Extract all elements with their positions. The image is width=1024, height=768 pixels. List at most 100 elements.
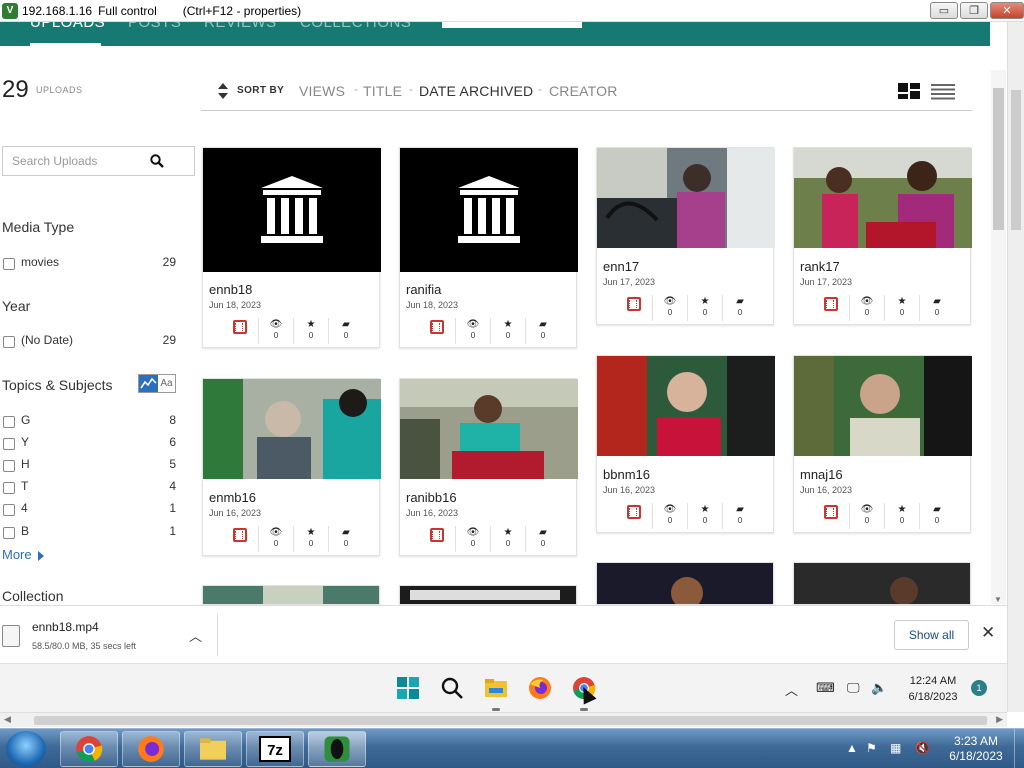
facet-row-no-date[interactable]: (No Date) 29	[2, 333, 176, 349]
tab-posts[interactable]: POSTS	[128, 22, 181, 31]
facet-row-topic[interactable]: B 1	[2, 524, 176, 540]
scrollbar-thumb[interactable]	[993, 88, 1004, 230]
taskbar-explorer[interactable]	[184, 731, 242, 767]
facet-row-topic[interactable]: T 4	[2, 479, 176, 495]
item-thumbnail[interactable]	[597, 148, 775, 248]
search-icon[interactable]	[150, 154, 164, 168]
firefox-icon[interactable]	[528, 676, 552, 700]
viewer-scrollbar-thumb[interactable]	[1011, 90, 1021, 230]
facet-checkbox[interactable]	[3, 416, 15, 428]
nav-search-field[interactable]	[442, 22, 582, 28]
search-icon[interactable]	[440, 676, 464, 700]
item-tile[interactable]: mnaj16 Jun 16, 2023 👁 0 ★ 0 ▰ 0	[793, 355, 972, 533]
restore-button[interactable]: ❐	[960, 2, 988, 19]
horizontal-scroll-thumb[interactable]	[34, 716, 987, 725]
chevron-up-icon[interactable]: ︿	[189, 626, 202, 645]
item-thumbnail[interactable]	[203, 379, 381, 479]
viewer-horizontal-scrollbar[interactable]: ◀ ▶	[0, 712, 1007, 727]
more-topics-link[interactable]: More	[2, 547, 44, 562]
text-toggle-icon[interactable]: Aa	[158, 375, 175, 392]
item-tile-partial[interactable]	[596, 562, 774, 605]
scroll-down-arrow-icon[interactable]: ▼	[994, 595, 1002, 604]
start-icon[interactable]	[396, 676, 420, 700]
item-title[interactable]: rank17	[800, 259, 840, 274]
notification-badge[interactable]: 1	[971, 680, 987, 696]
download-filename[interactable]: ennb18.mp4	[32, 620, 99, 634]
item-title[interactable]: enmb16	[209, 490, 256, 505]
facet-row-movies[interactable]: movies 29	[2, 255, 176, 271]
list-view-icon[interactable]	[931, 84, 955, 100]
taskbar-chrome[interactable]	[60, 731, 118, 767]
item-tile[interactable]: ennb18 Jun 18, 2023 👁 0 ★ 0 ▰ 0	[202, 147, 381, 348]
show-desktop-button[interactable]	[1014, 729, 1024, 768]
tab-reviews[interactable]: REVIEWS	[204, 22, 277, 31]
facet-row-topic[interactable]: Y 6	[2, 435, 176, 451]
item-title[interactable]: ranibb16	[406, 490, 457, 505]
topics-view-toggle[interactable]: Aa	[138, 374, 176, 393]
item-title[interactable]: enn17	[603, 259, 639, 274]
sort-option-creator[interactable]: CREATOR	[549, 83, 618, 99]
close-icon[interactable]: ✕	[981, 623, 995, 643]
item-thumbnail[interactable]	[203, 148, 381, 272]
network-icon[interactable]: ▦	[890, 741, 901, 755]
minimize-button[interactable]: ▭	[930, 2, 958, 19]
item-tile-partial[interactable]	[793, 562, 971, 605]
page-scrollbar[interactable]: ▼	[991, 70, 1006, 604]
search-input[interactable]	[3, 147, 153, 175]
tab-collections[interactable]: COLLECTIONS	[300, 22, 411, 31]
item-tile[interactable]: ranibb16 Jun 16, 2023 👁 0 ★ 0 ▰ 0	[399, 378, 578, 556]
item-tile-partial[interactable]	[202, 585, 380, 605]
show-all-button[interactable]: Show all	[894, 620, 969, 650]
close-window-button[interactable]: ✕	[990, 2, 1024, 19]
viewer-vertical-scrollbar[interactable]	[1007, 22, 1024, 712]
item-tile[interactable]: ranifia Jun 18, 2023 👁 0 ★ 0 ▰ 0	[399, 147, 578, 348]
facet-checkbox[interactable]	[3, 258, 15, 270]
taskbar-7zip[interactable]: 7z	[246, 731, 304, 767]
local-clock[interactable]: 3:23 AM 6/18/2023	[945, 734, 1007, 764]
remote-clock[interactable]: 12:24 AM 6/18/2023	[902, 673, 964, 705]
facet-checkbox[interactable]	[3, 504, 15, 516]
item-tile[interactable]: enn17 Jun 17, 2023 👁 0 ★ 0 ▰ 0	[596, 147, 775, 325]
file-explorer-icon[interactable]	[484, 676, 508, 700]
sort-arrows-icon[interactable]	[218, 83, 228, 99]
item-tile[interactable]: bbnm16 Jun 16, 2023 👁 0 ★ 0 ▰ 0	[596, 355, 775, 533]
facet-checkbox[interactable]	[3, 438, 15, 450]
sort-option-date-archived[interactable]: DATE ARCHIVED	[419, 83, 533, 99]
facet-row-topic[interactable]: H 5	[2, 457, 176, 473]
sort-option-views[interactable]: VIEWS	[299, 83, 345, 99]
item-title[interactable]: ranifia	[406, 282, 441, 297]
show-hidden-icons-icon[interactable]: ▲	[846, 741, 858, 755]
windows-start-orb-icon[interactable]	[6, 731, 46, 767]
item-tile-partial[interactable]	[399, 585, 577, 605]
item-thumbnail[interactable]	[794, 356, 972, 456]
chevron-up-icon[interactable]: ︿	[785, 680, 798, 699]
item-thumbnail[interactable]	[400, 379, 578, 479]
item-tile[interactable]: rank17 Jun 17, 2023 👁 0 ★ 0 ▰ 0	[793, 147, 972, 325]
tile-view-icon[interactable]	[898, 83, 920, 99]
volume-muted-icon[interactable]: 🔇	[915, 741, 930, 755]
taskbar-firefox[interactable]	[122, 731, 180, 767]
network-icon[interactable]: 🖵	[847, 680, 860, 696]
facet-row-topic[interactable]: 4 1	[2, 501, 176, 517]
keyboard-icon[interactable]: ⌨	[816, 680, 835, 696]
item-title[interactable]: mnaj16	[800, 467, 843, 482]
facet-checkbox[interactable]	[3, 482, 15, 494]
item-thumbnail[interactable]	[794, 148, 972, 248]
tab-uploads[interactable]: UPLOADS	[30, 22, 105, 31]
item-thumbnail[interactable]	[597, 356, 775, 456]
chart-toggle-icon[interactable]	[139, 375, 158, 392]
facet-row-topic[interactable]: G 8	[2, 413, 176, 429]
volume-icon[interactable]: 🔈	[871, 680, 887, 696]
facet-checkbox[interactable]	[3, 336, 15, 348]
file-icon[interactable]	[2, 625, 20, 647]
item-thumbnail[interactable]	[400, 148, 578, 272]
item-tile[interactable]: enmb16 Jun 16, 2023 👁 0 ★ 0 ▰ 0	[202, 378, 381, 556]
action-center-icon[interactable]: ⚑	[866, 741, 877, 755]
taskbar-remote-viewer[interactable]	[308, 731, 366, 767]
facet-checkbox[interactable]	[3, 460, 15, 472]
sort-option-title[interactable]: TITLE	[363, 83, 402, 99]
facet-checkbox[interactable]	[3, 527, 15, 539]
scroll-left-arrow-icon[interactable]: ◀	[4, 714, 11, 725]
item-title[interactable]: ennb18	[209, 282, 252, 297]
item-title[interactable]: bbnm16	[603, 467, 650, 482]
